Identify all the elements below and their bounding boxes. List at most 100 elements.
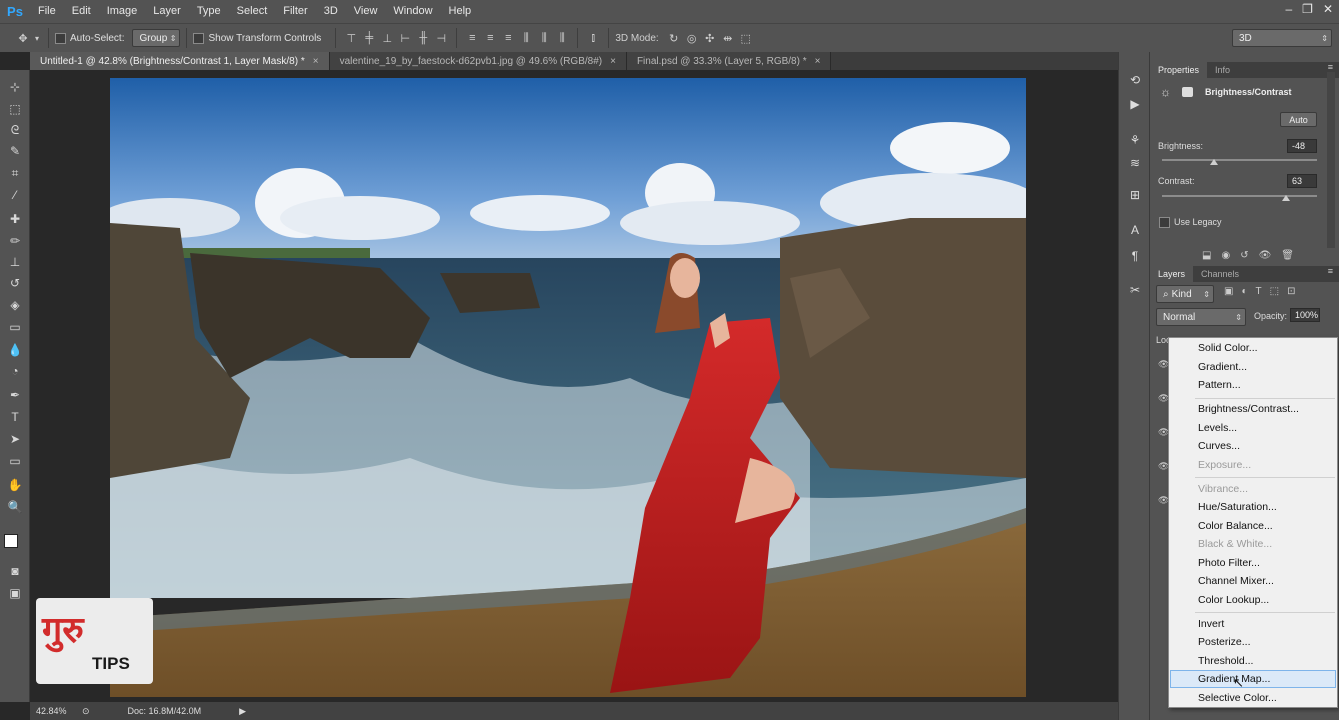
move-tool-icon[interactable]: ⊹ bbox=[5, 78, 25, 96]
menu-image[interactable]: Image bbox=[99, 0, 146, 23]
menu-item-hue-saturation[interactable]: Hue/Saturation... bbox=[1170, 498, 1336, 516]
pixel-filter-icon[interactable]: ▣ bbox=[1224, 286, 1233, 297]
opacity-field[interactable]: 100% bbox=[1290, 308, 1320, 322]
tab-valentine[interactable]: valentine_19_by_faestock-d62pvb1.jpg @ 4… bbox=[329, 52, 627, 70]
auto-select-checkbox[interactable]: Auto-Select: bbox=[55, 32, 124, 44]
tab-final-psd[interactable]: Final.psd @ 33.3% (Layer 5, RGB/8) * × bbox=[626, 52, 832, 70]
delete-icon[interactable]: 🗑 bbox=[1281, 250, 1294, 261]
brightness-slider-track[interactable] bbox=[1162, 159, 1317, 161]
screen-mode-icon[interactable]: ▣ bbox=[5, 584, 25, 602]
tab-properties[interactable]: Properties bbox=[1150, 62, 1208, 78]
menu-item-photo-filter[interactable]: Photo Filter... bbox=[1170, 554, 1336, 572]
align-hcenter-icon[interactable]: ╫ bbox=[414, 30, 432, 46]
shape-tool-icon[interactable]: ▭ bbox=[5, 452, 25, 470]
marquee-tool-icon[interactable]: ⬚ bbox=[5, 100, 25, 118]
menu-filter[interactable]: Filter bbox=[275, 0, 315, 23]
brush-presets-icon[interactable]: ≋ bbox=[1127, 155, 1143, 171]
path-select-icon[interactable]: ➤ bbox=[5, 430, 25, 448]
menu-item-levels[interactable]: Levels... bbox=[1170, 419, 1336, 437]
align-top-icon[interactable]: ⊤ bbox=[342, 30, 360, 46]
3d-pan-icon[interactable]: ✣ bbox=[701, 30, 719, 46]
close-tab-icon[interactable]: × bbox=[610, 56, 616, 67]
menu-item-gradient-map[interactable]: Gradient Map... bbox=[1170, 670, 1336, 688]
filter-kind-dropdown[interactable]: ⌕ Kind bbox=[1156, 285, 1214, 303]
panel-menu-icon[interactable]: ≡ bbox=[1328, 62, 1333, 72]
menu-window[interactable]: Window bbox=[385, 0, 440, 23]
menu-3d[interactable]: 3D bbox=[316, 0, 346, 23]
use-legacy-checkbox[interactable] bbox=[1159, 216, 1174, 228]
actions-play-icon[interactable]: ▶ bbox=[1127, 96, 1143, 112]
hand-tool-icon[interactable]: ✋ bbox=[5, 476, 25, 494]
menu-item-selective-color[interactable]: Selective Color... bbox=[1170, 689, 1336, 707]
lasso-tool-icon[interactable]: ᘓ bbox=[5, 121, 25, 139]
panel-menu-icon[interactable]: ≡ bbox=[1328, 266, 1333, 276]
close-icon[interactable]: ✕ bbox=[1323, 2, 1333, 16]
tool-preset-arrow-icon[interactable]: ▾ bbox=[32, 30, 42, 46]
distribute-vcenter-icon[interactable]: ≡ bbox=[481, 30, 499, 46]
minimize-icon[interactable]: – bbox=[1285, 2, 1292, 16]
menu-file[interactable]: File bbox=[30, 0, 64, 23]
auto-align-icon[interactable]: ⫾ bbox=[584, 30, 602, 46]
document-canvas[interactable] bbox=[110, 78, 1026, 697]
menu-edit[interactable]: Edit bbox=[64, 0, 99, 23]
menu-select[interactable]: Select bbox=[229, 0, 276, 23]
type-tool-icon[interactable]: T bbox=[5, 408, 25, 426]
auto-select-dropdown[interactable]: Group bbox=[132, 29, 181, 47]
visibility-icon[interactable]: 👁 bbox=[1259, 250, 1272, 261]
properties-scrollbar[interactable] bbox=[1327, 72, 1335, 248]
distribute-bottom-icon[interactable]: ≡ bbox=[499, 30, 517, 46]
menu-help[interactable]: Help bbox=[441, 0, 480, 23]
tab-layers[interactable]: Layers bbox=[1150, 266, 1194, 282]
menu-item-threshold[interactable]: Threshold... bbox=[1170, 652, 1336, 670]
move-tool-icon[interactable]: ✥ bbox=[14, 30, 32, 46]
type-filter-icon[interactable]: T bbox=[1256, 286, 1262, 297]
3d-roll-icon[interactable]: ◎ bbox=[683, 30, 701, 46]
menu-item-brightness-contrast[interactable]: Brightness/Contrast... bbox=[1170, 400, 1336, 418]
tab-info[interactable]: Info bbox=[1207, 62, 1238, 78]
close-tab-icon[interactable]: × bbox=[815, 56, 821, 67]
clone-source-icon[interactable]: ⊞ bbox=[1127, 187, 1143, 203]
restore-icon[interactable]: ❐ bbox=[1302, 2, 1313, 16]
contrast-slider-thumb[interactable] bbox=[1282, 195, 1290, 201]
share-icon[interactable]: ⊙ bbox=[82, 706, 90, 717]
menu-item-posterize[interactable]: Posterize... bbox=[1170, 633, 1336, 651]
quick-mask-icon[interactable]: ◙ bbox=[5, 562, 25, 580]
menu-item-gradient[interactable]: Gradient... bbox=[1170, 358, 1336, 376]
status-menu-arrow-icon[interactable]: ▶ bbox=[239, 706, 246, 717]
zoom-tool-icon[interactable]: 🔍 bbox=[5, 498, 25, 516]
clip-to-layer-icon[interactable]: ⬓ bbox=[1202, 250, 1211, 261]
checkbox-box[interactable] bbox=[55, 32, 66, 44]
distribute-top-icon[interactable]: ≡ bbox=[463, 30, 481, 46]
align-bottom-icon[interactable]: ⊥ bbox=[378, 30, 396, 46]
menu-layer[interactable]: Layer bbox=[145, 0, 189, 23]
3d-scale-icon[interactable]: ⬚ bbox=[737, 30, 755, 46]
smart-object-filter-icon[interactable]: ⊡ bbox=[1287, 286, 1295, 297]
paragraph-icon[interactable]: ¶ bbox=[1127, 248, 1143, 264]
view-previous-icon[interactable]: ◉ bbox=[1221, 250, 1230, 261]
checkbox-box[interactable] bbox=[1159, 216, 1170, 228]
brightness-slider-thumb[interactable] bbox=[1210, 159, 1218, 165]
workspace-dropdown[interactable]: 3D bbox=[1232, 29, 1332, 47]
distribute-hcenter-icon[interactable]: ⫼ bbox=[535, 30, 553, 46]
adjustment-filter-icon[interactable]: ◐ bbox=[1241, 286, 1247, 297]
blur-tool-icon[interactable]: 💧 bbox=[5, 341, 25, 359]
align-right-icon[interactable]: ⊣ bbox=[432, 30, 450, 46]
tool-presets-icon[interactable]: ⚘ bbox=[1127, 132, 1143, 148]
show-transform-checkbox[interactable]: Show Transform Controls bbox=[193, 32, 321, 44]
3d-slide-icon[interactable]: ⇹ bbox=[719, 30, 737, 46]
gradient-tool-icon[interactable]: ▭ bbox=[5, 318, 25, 336]
auto-button[interactable]: Auto bbox=[1280, 112, 1317, 127]
menu-type[interactable]: Type bbox=[189, 0, 229, 23]
eyedropper-tool-icon[interactable]: ⁄ bbox=[5, 186, 25, 204]
eraser-tool-icon[interactable]: ◈ bbox=[5, 296, 25, 314]
character-icon[interactable]: A bbox=[1127, 222, 1143, 238]
tab-untitled-1[interactable]: Untitled-1 @ 42.8% (Brightness/Contrast … bbox=[30, 52, 330, 70]
blend-mode-dropdown[interactable]: Normal bbox=[1156, 308, 1246, 326]
align-left-icon[interactable]: ⊢ bbox=[396, 30, 414, 46]
healing-brush-icon[interactable]: ✚ bbox=[5, 210, 25, 228]
canvas-area[interactable] bbox=[30, 70, 1118, 702]
menu-item-channel-mixer[interactable]: Channel Mixer... bbox=[1170, 572, 1336, 590]
align-vcenter-icon[interactable]: ╪ bbox=[360, 30, 378, 46]
clone-stamp-icon[interactable]: ⊥ bbox=[5, 253, 25, 271]
history-brush-icon[interactable]: ↺ bbox=[5, 274, 25, 292]
